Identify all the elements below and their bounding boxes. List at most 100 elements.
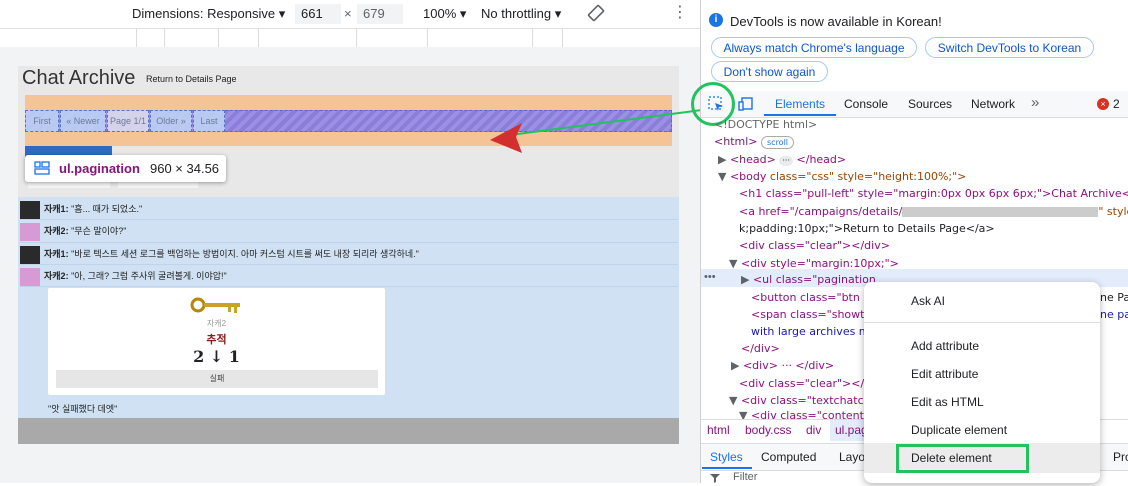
chat-message: 자캐2: "아, 그래? 그럼 주사위 굴려볼게. 이야압!"	[20, 266, 227, 286]
more-tabs-icon[interactable]: »	[1031, 94, 1039, 111]
tab-layout[interactable]: Layo	[839, 450, 865, 464]
grid-icon	[34, 161, 50, 175]
dom-span[interactable]: <span class="showtip	[751, 306, 875, 323]
dom-h1[interactable]: <h1 class="pull-left" style="margin:0px …	[739, 185, 1128, 202]
dom-a[interactable]: <a href="/campaigns/details/" style=	[739, 203, 1128, 220]
chevron-down-icon: ▾	[278, 6, 286, 21]
active-style-tab-indicator	[702, 467, 752, 469]
card-title: 추적	[206, 334, 227, 346]
tab-styles[interactable]: Styles	[710, 450, 743, 464]
chevron-down-icon: ▾	[459, 6, 467, 21]
menu-item-edit-attribute[interactable]: Edit attribute	[911, 367, 978, 381]
page-title: Chat Archive	[22, 67, 136, 89]
breadcrumb-body[interactable]: body.css	[745, 423, 791, 437]
card-who: 자캐2	[206, 319, 227, 328]
error-icon: ×	[1097, 98, 1109, 110]
always-match-button[interactable]: Always match Chrome's language	[711, 37, 917, 58]
dom-span-text[interactable]: with large archives m	[751, 323, 870, 340]
filter-icon	[710, 472, 720, 483]
more-options-icon[interactable]: ⋮	[672, 4, 688, 22]
dimensions-dropdown[interactable]: Dimensions: Responsive ▾	[132, 6, 285, 22]
message-divider	[20, 264, 678, 265]
chat-message: "앗 실패했다 데엣"	[48, 404, 118, 414]
dom-head[interactable]: ▶ <head> ··· </head>	[718, 151, 846, 168]
switch-korean-button[interactable]: Switch DevTools to Korean	[925, 37, 1094, 58]
dom-div-collapsed[interactable]: ▶ <div> ··· </div>	[731, 357, 834, 374]
times-sign: ×	[344, 6, 352, 21]
tab-computed[interactable]: Computed	[761, 450, 816, 464]
tab-console[interactable]: Console	[844, 97, 888, 111]
inspect-tooltip: ul.pagination 960 × 34.56	[25, 155, 226, 182]
ruler-tick	[136, 29, 137, 47]
pagination-first[interactable]: First	[25, 110, 59, 132]
dom-div-margin[interactable]: ▼ <div style="margin:10px;">	[729, 255, 899, 272]
info-icon: i	[709, 13, 723, 27]
ruler-tick	[532, 29, 533, 47]
pagination-current: Page 1/1	[107, 110, 149, 132]
width-input[interactable]: 661	[295, 4, 341, 24]
dom-span-tail: ne pa	[1100, 308, 1128, 321]
pagination-older[interactable]: Older »	[150, 110, 192, 132]
dom-div-clear[interactable]: <div class="clear"></div>	[739, 237, 890, 254]
return-link[interactable]: Return to Details Page	[146, 74, 237, 84]
breadcrumb-html[interactable]: html	[707, 423, 730, 437]
dom-doctype[interactable]: <!DOCTYPE html>	[714, 116, 817, 133]
ruler-tick	[427, 29, 428, 47]
card-result: 실패	[56, 370, 378, 388]
device-toggle-icon[interactable]	[738, 97, 753, 111]
annotation-arrow	[490, 109, 703, 153]
throttle-dropdown[interactable]: No throttling ▾	[481, 6, 561, 22]
dom-button[interactable]: <button class="btn b	[751, 289, 870, 306]
chevron-down-icon: ▾	[554, 6, 562, 21]
message-divider	[20, 219, 678, 220]
tab-sources[interactable]: Sources	[908, 97, 952, 111]
ruler-tick	[218, 29, 219, 47]
tab-network[interactable]: Network	[971, 97, 1015, 111]
chat-message: 자캐1: "바로 텍스트 세션 로그를 백업하는 방법이지. 아마 커스텀 시트…	[20, 244, 419, 264]
ruler-tick	[356, 29, 357, 47]
dom-button-tail: ne Pa	[1100, 291, 1128, 304]
zoom-dropdown[interactable]: 100% ▾	[423, 6, 466, 22]
avatar	[20, 245, 40, 264]
tooltip-size: 960 × 34.56	[150, 161, 220, 176]
card-dice: 2 ↓ 1	[193, 347, 240, 366]
scroll-badge[interactable]: scroll	[761, 136, 795, 149]
ruler	[0, 29, 700, 48]
filter-input[interactable]: Filter	[733, 471, 757, 483]
rotate-icon[interactable]	[586, 3, 606, 23]
dom-div-close[interactable]: </div>	[741, 340, 780, 357]
ruler-tick	[258, 29, 259, 47]
node-dots-icon[interactable]: •••	[704, 271, 716, 283]
avatar	[20, 200, 40, 219]
pagination-last[interactable]: Last	[193, 110, 225, 132]
ruler-tick	[562, 29, 563, 47]
dom-a-cont[interactable]: k;padding:10px;">Return to Details Page<…	[739, 220, 995, 237]
page-footer	[18, 418, 679, 444]
dom-body[interactable]: ▼ <body class="css" style="height:100%;"…	[718, 168, 966, 185]
dom-html[interactable]: <html> scroll	[714, 133, 795, 150]
tooltip-selector: ul.pagination	[59, 161, 140, 176]
menu-item-ask-ai[interactable]: Ask AI	[911, 294, 945, 308]
height-input[interactable]: 679	[357, 4, 403, 24]
dom-div-clear2[interactable]: <div class="clear"></d	[739, 375, 871, 392]
chat-message: 자캐1: "흠... 때가 되었소."	[20, 199, 142, 219]
dom-ul-pagination[interactable]: ▶ <ul class="pagination	[741, 271, 876, 288]
chat-message: 자캐2: "무슨 말이야?"	[20, 221, 126, 241]
menu-item-add-attribute[interactable]: Add attribute	[911, 339, 979, 353]
menu-item-edit-as-html[interactable]: Edit as HTML	[911, 395, 984, 409]
dont-show-button[interactable]: Don't show again	[711, 61, 828, 82]
menu-separator	[864, 322, 1100, 323]
tab-properties[interactable]: Pro	[1113, 450, 1128, 464]
message-divider	[20, 286, 678, 287]
banner-text: DevTools is now available in Korean!	[730, 14, 942, 29]
menu-item-duplicate[interactable]: Duplicate element	[911, 423, 1007, 437]
breadcrumb-div[interactable]: div	[806, 423, 821, 437]
ruler-tick	[164, 29, 165, 47]
breadcrumb-ul[interactable]: ul.pag	[835, 423, 868, 437]
key-icon	[190, 295, 244, 315]
tab-elements[interactable]: Elements	[775, 97, 825, 111]
message-divider	[20, 242, 678, 243]
error-count[interactable]: 2	[1113, 97, 1120, 111]
pagination-newer[interactable]: « Newer	[60, 110, 106, 132]
highlight-box	[896, 444, 1029, 473]
